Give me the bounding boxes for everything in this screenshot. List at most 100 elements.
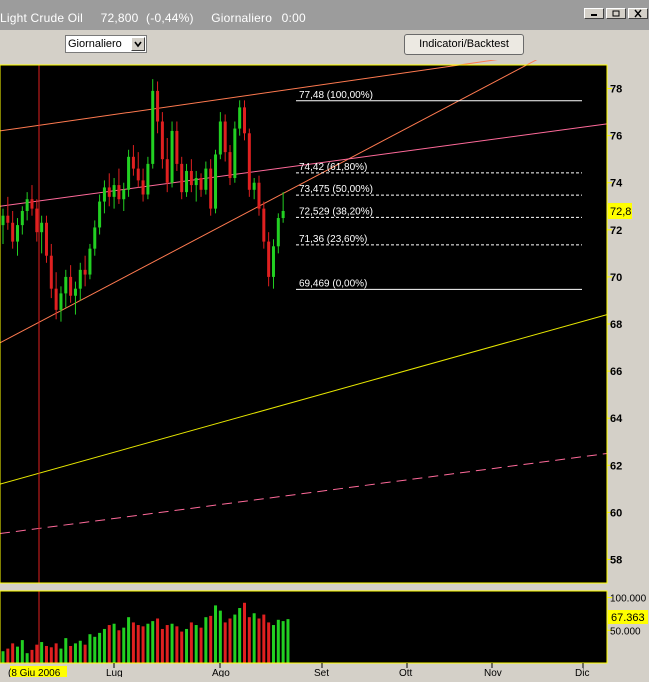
last-price-tag-label: 72,8 xyxy=(610,206,631,218)
volume-bar xyxy=(185,628,189,663)
chevron-down-icon xyxy=(134,41,142,48)
time-tick-label: Lug xyxy=(106,668,123,677)
volume-bar xyxy=(117,630,121,663)
fib-level-label: 69,469 (0,00%) xyxy=(299,278,367,289)
volume-bar xyxy=(218,610,222,663)
period-select[interactable]: Giornaliero xyxy=(65,35,147,53)
time-tick-label: Ago xyxy=(212,668,230,677)
volume-bar xyxy=(160,628,164,663)
time-tick-label: Dic xyxy=(575,668,589,677)
volume-bar xyxy=(93,636,97,663)
volume-bar xyxy=(262,614,266,663)
volume-bar xyxy=(271,625,275,663)
period-dropdown-button[interactable] xyxy=(131,37,145,51)
price-bar xyxy=(170,121,174,188)
volume-bar xyxy=(252,613,256,663)
volume-bar xyxy=(30,649,34,663)
price-bar xyxy=(233,121,237,183)
volume-bar xyxy=(214,605,218,663)
price-axis: 78 76 74 72 70 68 66 64 62 60 58 xyxy=(607,84,623,566)
price-tick-label: 76 xyxy=(610,131,622,143)
time-label: 0:00 xyxy=(281,11,306,25)
price-change: (-0,44%) xyxy=(146,11,194,25)
price-tick-label: 74 xyxy=(610,178,623,190)
volume-bar xyxy=(281,621,285,663)
fib-level-label: 73,475 (50,00%) xyxy=(299,184,373,195)
volume-bar xyxy=(194,625,198,663)
restore-icon xyxy=(612,10,620,17)
price-bar xyxy=(127,149,131,197)
volume-bar xyxy=(44,645,48,663)
volume-bar xyxy=(170,623,174,663)
volume-bar xyxy=(175,626,179,663)
price-tick-label: 78 xyxy=(610,84,622,96)
volume-bar xyxy=(69,645,73,663)
volume-bar xyxy=(131,622,135,663)
volume-bar xyxy=(156,618,160,663)
price-bar xyxy=(151,79,155,169)
price-tick-label: 66 xyxy=(610,366,622,378)
time-tick-label: Ott xyxy=(399,668,413,677)
volume-bar xyxy=(204,617,208,663)
volume-bar xyxy=(88,634,92,663)
volume-bar xyxy=(247,617,251,663)
volume-bar xyxy=(286,619,290,663)
close-button[interactable] xyxy=(628,8,648,19)
volume-bar xyxy=(122,627,126,663)
volume-tick-label: 50.000 xyxy=(610,626,641,637)
price-tick-label: 64 xyxy=(610,413,623,425)
volume-bar xyxy=(54,643,58,663)
close-icon xyxy=(634,9,642,18)
fib-level-label: 71,36 (23,60%) xyxy=(299,234,367,245)
volume-bar xyxy=(98,632,102,663)
volume-bar xyxy=(267,622,271,663)
volume-bar xyxy=(165,625,169,663)
last-price: 72,800 xyxy=(100,11,139,25)
time-tick-label: Set xyxy=(314,668,329,677)
volume-bar xyxy=(243,602,246,663)
volume-bar xyxy=(276,619,280,663)
volume-bar xyxy=(25,653,29,663)
volume-bar xyxy=(11,643,15,663)
volume-bar xyxy=(141,626,145,663)
volume-bar xyxy=(223,622,227,663)
price-panel xyxy=(0,65,607,583)
volume-bar xyxy=(15,646,19,663)
period-label: Giornaliero xyxy=(211,11,273,25)
restore-button[interactable] xyxy=(606,8,626,19)
last-price-tag: 72,8 xyxy=(608,202,632,219)
chart-canvas[interactable]: 77,48 (100,00%) 74,42 (61,80%) 73,475 (50,… xyxy=(0,22,649,679)
volume-bar xyxy=(228,618,232,663)
volume-bar xyxy=(233,614,237,663)
fib-level-label: 77,48 (100,00%) xyxy=(299,90,373,101)
price-bar xyxy=(88,243,92,280)
volume-bar xyxy=(1,651,5,663)
last-volume-tag: 67.363 xyxy=(608,610,648,624)
volume-bar xyxy=(189,622,193,663)
fib-level-label: 72,529 (38,20%) xyxy=(299,206,373,217)
volume-bar xyxy=(40,642,44,663)
price-tick-label: 60 xyxy=(610,507,622,519)
time-tick-label: Nov xyxy=(484,668,502,677)
price-tick-label: 72 xyxy=(610,225,622,237)
volume-bar xyxy=(127,617,131,663)
minimize-button[interactable] xyxy=(584,8,604,19)
volume-tick-label: 100.000 xyxy=(610,594,647,605)
volume-bar xyxy=(73,643,77,663)
volume-bar xyxy=(257,618,261,663)
chart-area: 77,48 (100,00%) 74,42 (61,80%) 73,475 (50,… xyxy=(0,22,649,679)
volume-bar xyxy=(78,640,82,663)
price-tick-label: 58 xyxy=(610,554,622,566)
indicators-backtest-button[interactable]: Indicatori/Backtest xyxy=(404,34,524,55)
volume-bar xyxy=(64,638,68,663)
volume-bar xyxy=(112,623,116,663)
fib-level-label: 74,42 (61,80%) xyxy=(299,162,367,173)
volume-bar xyxy=(209,615,213,663)
price-bar xyxy=(247,128,251,197)
volume-bar xyxy=(199,627,203,663)
volume-bar xyxy=(59,648,63,663)
volume-bar xyxy=(102,628,106,663)
volume-bar xyxy=(6,648,10,663)
price-tick-label: 70 xyxy=(610,272,622,284)
volume-bar xyxy=(83,644,87,663)
